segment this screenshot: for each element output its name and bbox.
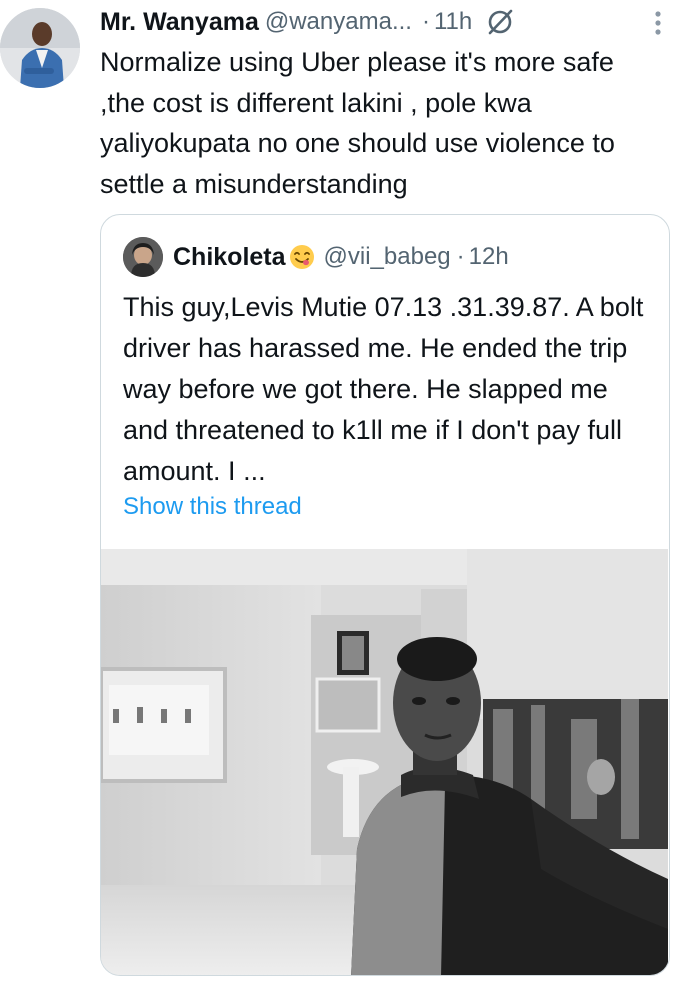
author-avatar[interactable] [0,8,80,88]
tweet-text: Normalize using Uber please it's more sa… [100,47,615,199]
quoted-tweet-card[interactable]: Chikoleta @vii_babeg · 12h This guy,Levi… [100,214,670,976]
quoted-tweet-header: Chikoleta @vii_babeg · 12h [123,237,509,277]
author-name[interactable]: Mr. Wanyama [100,8,259,37]
quoted-author-avatar[interactable] [123,237,163,277]
tweet-time[interactable]: 11h [434,8,472,36]
quoted-tweet-time[interactable]: 12h [469,243,509,271]
separator-dot: · [421,8,430,35]
tweet-header: Mr. Wanyama @wanyama... · 11h [100,4,660,40]
quoted-tweet-text: This guy,Levis Mutie 07.13 .31.39.87. A … [123,292,644,486]
yum-emoji-icon [288,243,316,271]
quoted-author-handle[interactable]: @vii_babeg [324,243,451,271]
more-vertical-icon[interactable] [646,8,670,38]
separator-dot: · [456,243,465,270]
quoted-author-name[interactable]: Chikoleta [173,243,286,272]
grok-slash-icon[interactable] [486,8,514,36]
show-thread-link[interactable]: Show this thread [123,493,302,521]
author-handle[interactable]: @wanyama... [265,8,412,36]
quoted-tweet-photo[interactable] [101,549,668,975]
